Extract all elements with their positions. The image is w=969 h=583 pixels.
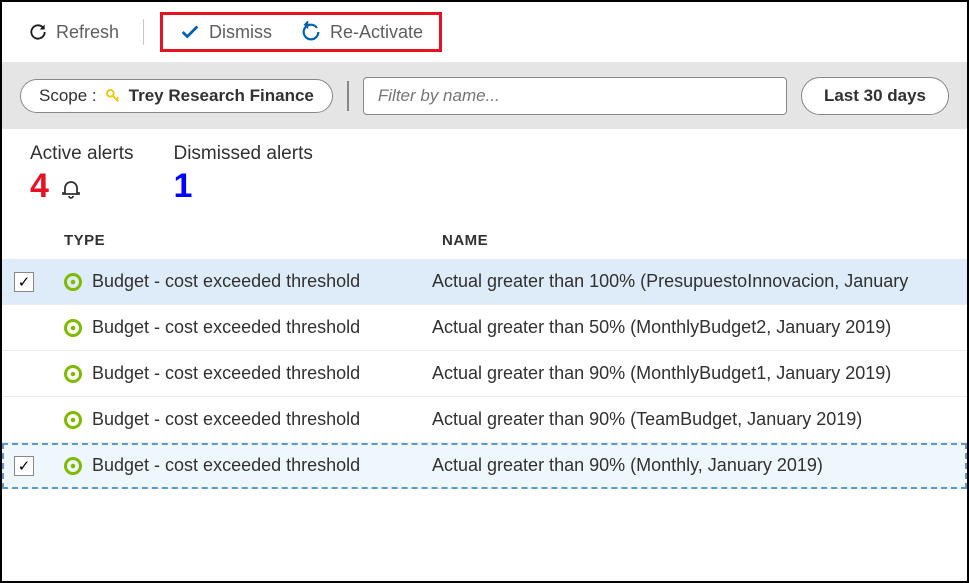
refresh-label: Refresh: [56, 22, 119, 43]
col-header-type[interactable]: TYPE: [64, 232, 442, 249]
budget-icon: [64, 273, 82, 291]
row-type: Budget - cost exceeded threshold: [92, 455, 360, 476]
refresh-button[interactable]: Refresh: [20, 18, 127, 47]
table-row[interactable]: Budget - cost exceeded threshold Actual …: [2, 351, 967, 397]
row-checkbox[interactable]: ✓: [14, 272, 34, 292]
command-bar: Refresh Dismiss Re-Activate: [2, 2, 967, 63]
refresh-icon: [28, 22, 48, 42]
app-window: Refresh Dismiss Re-Activate Scope :: [0, 0, 969, 583]
filter-bar: Scope : Trey Research Finance Last 30 da…: [2, 63, 967, 129]
highlighted-actions: Dismiss Re-Activate: [160, 12, 442, 52]
row-checkbox[interactable]: ✓: [14, 456, 34, 476]
active-alerts-count: 4: [30, 167, 49, 206]
date-range-selector[interactable]: Last 30 days: [801, 77, 949, 115]
row-name: Actual greater than 90% (TeamBudget, Jan…: [432, 409, 955, 430]
table-row[interactable]: Budget - cost exceeded threshold Actual …: [2, 305, 967, 351]
stats-row: Active alerts 4 Dismissed alerts 1: [2, 129, 967, 214]
dismissed-alerts-stat: Dismissed alerts 1: [173, 143, 312, 206]
active-alerts-stat: Active alerts 4: [30, 143, 133, 206]
dismissed-alerts-count: 1: [173, 167, 192, 206]
undo-icon: [300, 21, 322, 43]
reactivate-button[interactable]: Re-Activate: [292, 17, 431, 47]
row-name: Actual greater than 100% (PresupuestoInn…: [432, 271, 955, 292]
row-type: Budget - cost exceeded threshold: [92, 363, 360, 384]
budget-icon: [64, 411, 82, 429]
dismissed-alerts-label: Dismissed alerts: [173, 143, 312, 165]
budget-icon: [64, 365, 82, 383]
row-name: Actual greater than 90% (MonthlyBudget1,…: [432, 363, 955, 384]
bell-icon: [59, 175, 83, 199]
row-type: Budget - cost exceeded threshold: [92, 271, 360, 292]
dismiss-label: Dismiss: [209, 22, 272, 43]
row-name: Actual greater than 90% (Monthly, Januar…: [432, 455, 955, 476]
row-type: Budget - cost exceeded threshold: [92, 317, 360, 338]
key-icon: [105, 88, 121, 104]
toolbar-separator: [143, 19, 144, 45]
col-header-name[interactable]: NAME: [442, 232, 945, 249]
scope-value: Trey Research Finance: [129, 86, 314, 106]
filter-separator: [347, 81, 349, 111]
budget-icon: [64, 319, 82, 337]
table-row[interactable]: ✓ Budget - cost exceeded threshold Actua…: [2, 259, 967, 305]
table-row[interactable]: ✓ Budget - cost exceeded threshold Actua…: [2, 443, 967, 489]
reactivate-label: Re-Activate: [330, 22, 423, 43]
row-name: Actual greater than 50% (MonthlyBudget2,…: [432, 317, 955, 338]
scope-selector[interactable]: Scope : Trey Research Finance: [20, 79, 333, 113]
dismiss-button[interactable]: Dismiss: [171, 17, 280, 47]
filter-by-name-input[interactable]: [363, 77, 787, 115]
scope-prefix: Scope :: [39, 86, 97, 106]
active-alerts-label: Active alerts: [30, 143, 133, 165]
check-icon: [179, 21, 201, 43]
budget-icon: [64, 457, 82, 475]
table-header: TYPE NAME: [2, 214, 967, 259]
table-row[interactable]: Budget - cost exceeded threshold Actual …: [2, 397, 967, 443]
row-type: Budget - cost exceeded threshold: [92, 409, 360, 430]
